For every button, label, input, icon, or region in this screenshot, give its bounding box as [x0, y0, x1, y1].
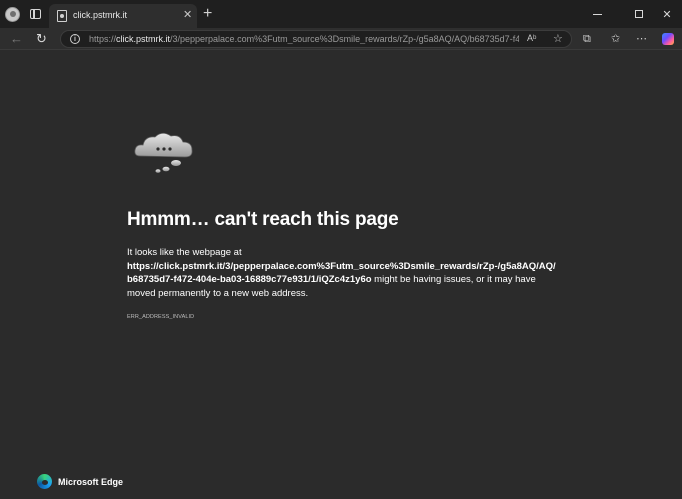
error-message: It looks like the webpage at https://cli…: [127, 246, 557, 300]
minimize-button[interactable]: [580, 0, 614, 28]
close-icon: ✕: [662, 8, 672, 21]
read-aloud-icon[interactable]: Aᵇ: [527, 33, 536, 43]
maximize-icon: [635, 10, 643, 18]
refresh-button[interactable]: ↻: [36, 31, 47, 47]
profile-avatar-icon[interactable]: [5, 7, 20, 22]
copilot-icon[interactable]: [662, 33, 674, 45]
minimize-icon: [592, 13, 602, 15]
address-bar[interactable]: i https://click.pstmrk.it/3/pepperpalace…: [60, 30, 572, 48]
error-intro: It looks like the webpage at: [127, 247, 242, 258]
url-scheme: https://: [89, 34, 117, 44]
favorites-icon[interactable]: ✩: [611, 32, 620, 46]
tab-close-icon[interactable]: ✕: [183, 8, 192, 22]
favorite-star-icon[interactable]: ☆: [553, 32, 563, 45]
new-tab-button[interactable]: +: [203, 6, 212, 22]
title-bar: click.pstmrk.it ✕ + ✕: [0, 0, 682, 28]
error-headline: Hmmm… can't reach this page: [127, 209, 399, 230]
page-favicon-icon: [57, 10, 67, 22]
tab-actions-icon[interactable]: [30, 9, 41, 19]
browser-toolbar: ← ↻ i https://click.pstmrk.it/3/pepperpa…: [0, 28, 682, 50]
extensions-icon[interactable]: ⧉: [583, 32, 591, 46]
url-host: click.pstmrk.it: [116, 34, 171, 44]
site-info-icon[interactable]: i: [70, 34, 80, 44]
tab-active[interactable]: click.pstmrk.it ✕: [49, 4, 197, 28]
error-code: ERR_ADDRESS_INVALID: [127, 314, 195, 320]
close-window-button[interactable]: ✕: [650, 0, 682, 28]
edge-brand-name: Microsoft Edge: [58, 476, 124, 487]
tab-title: click.pstmrk.it: [73, 10, 127, 20]
edge-logo-icon: [37, 474, 52, 489]
back-button[interactable]: ←: [10, 31, 23, 47]
address-url[interactable]: https://click.pstmrk.it/3/pepperpalace.c…: [89, 34, 519, 44]
page-content: Hmmm… can't reach this page It looks lik…: [0, 51, 682, 499]
edge-brand: Microsoft Edge: [37, 474, 123, 489]
url-path: /3/pepperpalace.com%3Futm_source%3Dsmile…: [170, 34, 519, 44]
thinking-cloud-icon: [134, 132, 193, 173]
more-options-icon[interactable]: ⋯: [636, 32, 647, 46]
